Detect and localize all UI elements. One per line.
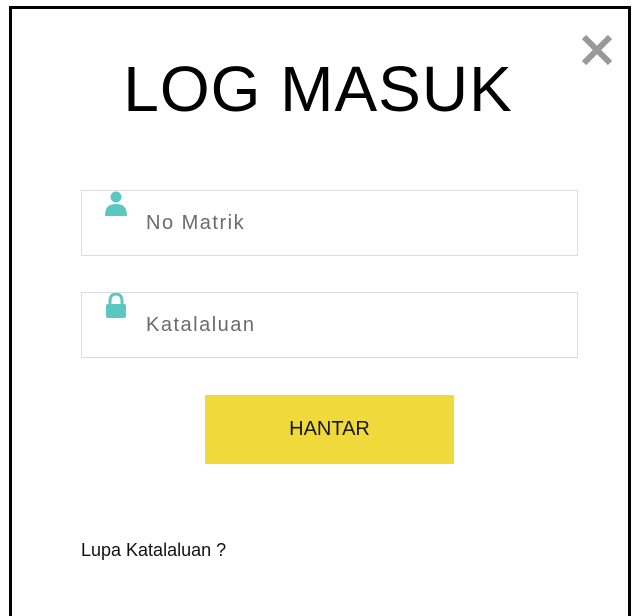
submit-button[interactable]: HANTAR (205, 395, 454, 464)
forgot-password-link[interactable]: Lupa Katalaluan ? (81, 540, 226, 561)
password-field[interactable] (81, 292, 578, 358)
password-input[interactable] (146, 293, 566, 357)
lock-icon (104, 292, 128, 319)
username-input[interactable] (146, 191, 566, 255)
username-field[interactable] (81, 190, 578, 256)
user-icon (104, 191, 128, 217)
page-title: LOG MASUK (123, 53, 513, 125)
